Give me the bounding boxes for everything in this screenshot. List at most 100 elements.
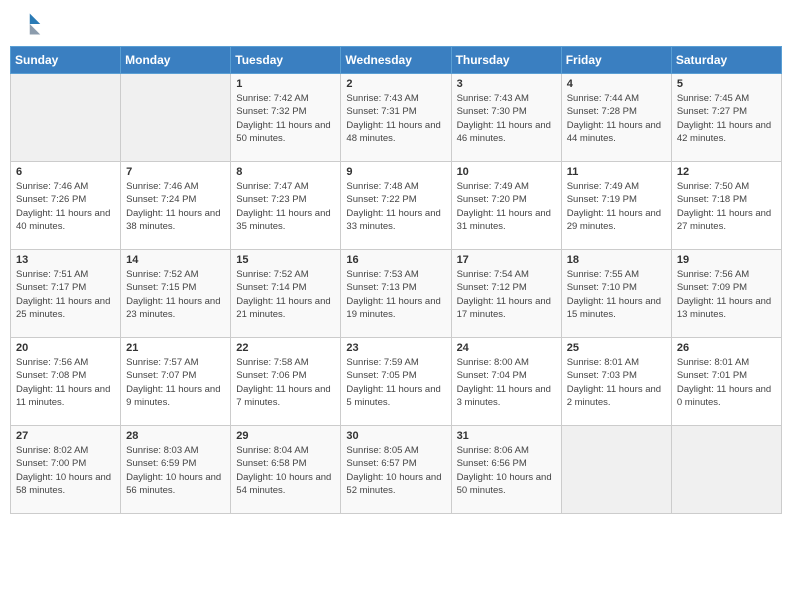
calendar-table: SundayMondayTuesdayWednesdayThursdayFrid… [10, 46, 782, 514]
day-number: 1 [236, 78, 335, 90]
day-info: Sunrise: 8:02 AMSunset: 7:00 PMDaylight:… [16, 444, 115, 497]
weekday-header-row: SundayMondayTuesdayWednesdayThursdayFrid… [11, 47, 782, 74]
calendar-cell: 25 Sunrise: 8:01 AMSunset: 7:03 PMDayligh… [561, 338, 671, 426]
calendar-cell: 16Sunrise: 7:53 AMSunset: 7:13 PMDayligh… [341, 250, 451, 338]
logo-icon [14, 10, 42, 38]
day-number: 23 [346, 342, 445, 354]
day-number: 14 [126, 254, 225, 266]
calendar-cell: 1 Sunrise: 7:42 AMSunset: 7:32 PMDaylight… [231, 74, 341, 162]
day-number: 16 [346, 254, 445, 266]
day-number: 12 [677, 166, 776, 178]
calendar-cell: 10 Sunrise: 7:49 AMSunset: 7:20 PMDayligh… [451, 162, 561, 250]
calendar-cell: 22 Sunrise: 7:58 AMSunset: 7:06 PMDayligh… [231, 338, 341, 426]
day-info: Sunrise: 7:47 AMSunset: 7:23 PMDaylight:… [236, 180, 335, 233]
week-row-4: 20 Sunrise: 7:56 AMSunset: 7:08 PMDayligh… [11, 338, 782, 426]
day-info: Sunrise: 7:49 AMSunset: 7:20 PMDaylight:… [457, 180, 556, 233]
calendar-cell: 19Sunrise: 7:56 AMSunset: 7:09 PMDayligh… [671, 250, 781, 338]
calendar-cell: 14 Sunrise: 7:52 AMSunset: 7:15 PMDayligh… [121, 250, 231, 338]
day-info: Sunrise: 7:54 AMSunset: 7:12 PMDaylight:… [457, 268, 556, 321]
day-number: 20 [16, 342, 115, 354]
day-number: 11 [567, 166, 666, 178]
day-number: 26 [677, 342, 776, 354]
day-info: Sunrise: 8:05 AMSunset: 6:57 PMDaylight:… [346, 444, 445, 497]
weekday-monday: Monday [121, 47, 231, 74]
day-number: 18 [567, 254, 666, 266]
day-info: Sunrise: 8:01 AMSunset: 7:03 PMDaylight:… [567, 356, 666, 409]
day-info: Sunrise: 7:52 AMSunset: 7:15 PMDaylight:… [126, 268, 225, 321]
day-info: Sunrise: 8:00 AMSunset: 7:04 PMDaylight:… [457, 356, 556, 409]
weekday-tuesday: Tuesday [231, 47, 341, 74]
day-number: 31 [457, 430, 556, 442]
day-info: Sunrise: 7:43 AMSunset: 7:31 PMDaylight:… [346, 92, 445, 145]
calendar-cell: 21 Sunrise: 7:57 AMSunset: 7:07 PMDayligh… [121, 338, 231, 426]
day-info: Sunrise: 7:49 AMSunset: 7:19 PMDaylight:… [567, 180, 666, 233]
day-number: 13 [16, 254, 115, 266]
day-info: Sunrise: 7:44 AMSunset: 7:28 PMDaylight:… [567, 92, 666, 145]
weekday-wednesday: Wednesday [341, 47, 451, 74]
day-info: Sunrise: 7:51 AMSunset: 7:17 PMDaylight:… [16, 268, 115, 321]
day-info: Sunrise: 7:46 AMSunset: 7:24 PMDaylight:… [126, 180, 225, 233]
calendar-cell [11, 74, 121, 162]
calendar-cell: 31 Sunrise: 8:06 AMSunset: 6:56 PMDayligh… [451, 426, 561, 514]
day-info: Sunrise: 7:56 AMSunset: 7:09 PMDaylight:… [677, 268, 776, 321]
day-number: 3 [457, 78, 556, 90]
day-number: 22 [236, 342, 335, 354]
calendar-cell: 11 Sunrise: 7:49 AMSunset: 7:19 PMDayligh… [561, 162, 671, 250]
calendar-cell: 15 Sunrise: 7:52 AMSunset: 7:14 PMDayligh… [231, 250, 341, 338]
day-number: 9 [346, 166, 445, 178]
day-info: Sunrise: 7:55 AMSunset: 7:10 PMDaylight:… [567, 268, 666, 321]
calendar-cell: 6 Sunrise: 7:46 AMSunset: 7:26 PMDaylight… [11, 162, 121, 250]
calendar-cell: 20 Sunrise: 7:56 AMSunset: 7:08 PMDayligh… [11, 338, 121, 426]
day-info: Sunrise: 8:06 AMSunset: 6:56 PMDaylight:… [457, 444, 556, 497]
weekday-friday: Friday [561, 47, 671, 74]
calendar-cell: 26 Sunrise: 8:01 AMSunset: 7:01 PMDayligh… [671, 338, 781, 426]
day-number: 24 [457, 342, 556, 354]
week-row-1: 1 Sunrise: 7:42 AMSunset: 7:32 PMDaylight… [11, 74, 782, 162]
day-number: 8 [236, 166, 335, 178]
day-number: 27 [16, 430, 115, 442]
day-info: Sunrise: 7:56 AMSunset: 7:08 PMDaylight:… [16, 356, 115, 409]
day-number: 4 [567, 78, 666, 90]
day-info: Sunrise: 7:57 AMSunset: 7:07 PMDaylight:… [126, 356, 225, 409]
calendar-cell: 28 Sunrise: 8:03 AMSunset: 6:59 PMDayligh… [121, 426, 231, 514]
day-number: 29 [236, 430, 335, 442]
day-number: 6 [16, 166, 115, 178]
day-info: Sunrise: 7:59 AMSunset: 7:05 PMDaylight:… [346, 356, 445, 409]
day-number: 25 [567, 342, 666, 354]
calendar-cell: 9Sunrise: 7:48 AMSunset: 7:22 PMDaylight… [341, 162, 451, 250]
calendar-cell: 12 Sunrise: 7:50 AMSunset: 7:18 PMDayligh… [671, 162, 781, 250]
calendar-cell: 18 Sunrise: 7:55 AMSunset: 7:10 PMDayligh… [561, 250, 671, 338]
week-row-3: 13 Sunrise: 7:51 AMSunset: 7:17 PMDayligh… [11, 250, 782, 338]
day-info: Sunrise: 8:04 AMSunset: 6:58 PMDaylight:… [236, 444, 335, 497]
day-info: Sunrise: 7:58 AMSunset: 7:06 PMDaylight:… [236, 356, 335, 409]
calendar-cell: 2 Sunrise: 7:43 AMSunset: 7:31 PMDaylight… [341, 74, 451, 162]
calendar-cell [561, 426, 671, 514]
calendar-cell: 4 Sunrise: 7:44 AMSunset: 7:28 PMDaylight… [561, 74, 671, 162]
calendar-body: 1 Sunrise: 7:42 AMSunset: 7:32 PMDaylight… [11, 74, 782, 514]
day-info: Sunrise: 7:52 AMSunset: 7:14 PMDaylight:… [236, 268, 335, 321]
calendar-cell: 3Sunrise: 7:43 AMSunset: 7:30 PMDaylight… [451, 74, 561, 162]
calendar-cell: 30Sunrise: 8:05 AMSunset: 6:57 PMDayligh… [341, 426, 451, 514]
day-info: Sunrise: 7:45 AMSunset: 7:27 PMDaylight:… [677, 92, 776, 145]
day-number: 15 [236, 254, 335, 266]
calendar-cell [671, 426, 781, 514]
day-info: Sunrise: 7:42 AMSunset: 7:32 PMDaylight:… [236, 92, 335, 145]
calendar-cell: 17 Sunrise: 7:54 AMSunset: 7:12 PMDayligh… [451, 250, 561, 338]
day-info: Sunrise: 8:03 AMSunset: 6:59 PMDaylight:… [126, 444, 225, 497]
weekday-thursday: Thursday [451, 47, 561, 74]
day-info: Sunrise: 7:46 AMSunset: 7:26 PMDaylight:… [16, 180, 115, 233]
day-number: 2 [346, 78, 445, 90]
day-number: 28 [126, 430, 225, 442]
calendar-cell: 8 Sunrise: 7:47 AMSunset: 7:23 PMDaylight… [231, 162, 341, 250]
weekday-saturday: Saturday [671, 47, 781, 74]
day-info: Sunrise: 8:01 AMSunset: 7:01 PMDaylight:… [677, 356, 776, 409]
day-info: Sunrise: 7:50 AMSunset: 7:18 PMDaylight:… [677, 180, 776, 233]
calendar-cell: 5 Sunrise: 7:45 AMSunset: 7:27 PMDaylight… [671, 74, 781, 162]
day-number: 17 [457, 254, 556, 266]
calendar-cell [121, 74, 231, 162]
day-number: 21 [126, 342, 225, 354]
day-number: 5 [677, 78, 776, 90]
day-number: 7 [126, 166, 225, 178]
calendar-cell: 27 Sunrise: 8:02 AMSunset: 7:00 PMDayligh… [11, 426, 121, 514]
day-number: 10 [457, 166, 556, 178]
